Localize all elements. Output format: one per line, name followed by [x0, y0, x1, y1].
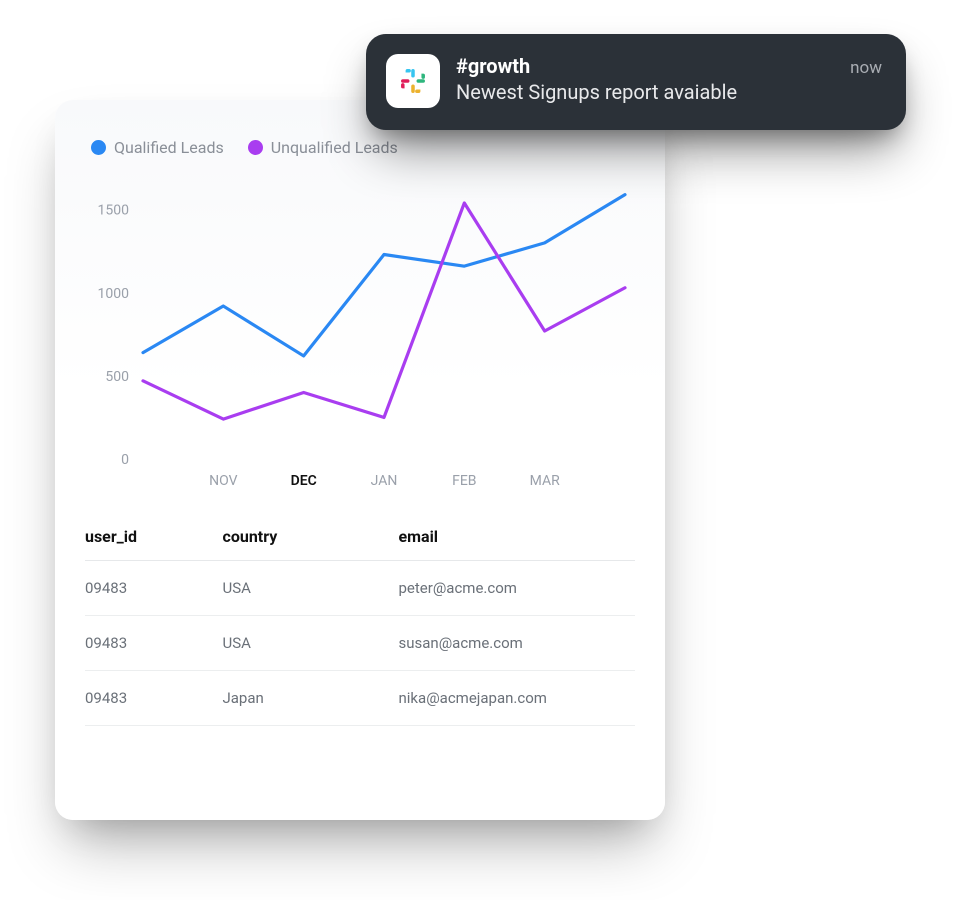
leads-chart: 0 500 1000 1500 NOV DEC JAN FEB MAR	[85, 183, 635, 493]
signups-table: user_id country email 09483USApeter@acme…	[85, 513, 635, 726]
cell-country: Japan	[223, 671, 399, 726]
cell-user_id: 09483	[85, 561, 223, 616]
series-line	[143, 195, 625, 356]
legend-item-qualified: Qualified Leads	[91, 138, 224, 157]
x-axis: NOV DEC JAN FEB MAR	[209, 473, 560, 489]
y-tick-label: 500	[105, 369, 129, 385]
table-row: 09483USApeter@acme.com	[85, 561, 635, 616]
slack-icon	[386, 54, 440, 108]
y-tick-label: 0	[121, 452, 129, 468]
chart-series	[143, 195, 625, 419]
table-row: 09483USAsusan@acme.com	[85, 616, 635, 671]
x-tick-label: JAN	[371, 473, 398, 489]
cell-user_id: 09483	[85, 671, 223, 726]
cell-email: peter@acme.com	[399, 561, 636, 616]
notification-body: #growth now Newest Signups report avaiab…	[456, 54, 882, 108]
cell-country: USA	[223, 616, 399, 671]
legend-dot-unqualified	[248, 140, 263, 155]
legend-label-qualified: Qualified Leads	[114, 138, 224, 157]
y-tick-label: 1000	[98, 286, 130, 302]
notification-time: now	[850, 58, 882, 78]
x-tick-label: DEC	[291, 473, 317, 489]
cell-email: nika@acmejapan.com	[399, 671, 636, 726]
legend-label-unqualified: Unqualified Leads	[271, 138, 398, 157]
x-tick-label: NOV	[209, 473, 237, 489]
notification-message: Newest Signups report avaiable	[456, 80, 882, 104]
table-header-row: user_id country email	[85, 513, 635, 561]
cell-user_id: 09483	[85, 616, 223, 671]
chart-svg: 0 500 1000 1500 NOV DEC JAN FEB MAR	[85, 183, 635, 493]
slack-notification[interactable]: #growth now Newest Signups report avaiab…	[366, 34, 906, 130]
slack-icon-svg	[394, 62, 432, 100]
col-header-user-id: user_id	[85, 513, 223, 561]
y-tick-label: 1500	[98, 203, 130, 219]
chart-legend: Qualified Leads Unqualified Leads	[85, 138, 635, 157]
y-axis: 0 500 1000 1500	[98, 203, 130, 468]
col-header-country: country	[223, 513, 399, 561]
table-body: 09483USApeter@acme.com09483USAsusan@acme…	[85, 561, 635, 726]
col-header-email: email	[399, 513, 636, 561]
legend-dot-qualified	[91, 140, 106, 155]
cell-country: USA	[223, 561, 399, 616]
notification-title: #growth	[456, 54, 530, 78]
legend-item-unqualified: Unqualified Leads	[248, 138, 398, 157]
report-card: Qualified Leads Unqualified Leads 0 500 10…	[55, 100, 665, 820]
x-tick-label: MAR	[530, 473, 560, 489]
cell-email: susan@acme.com	[399, 616, 636, 671]
table-row: 09483Japannika@acmejapan.com	[85, 671, 635, 726]
notification-header: #growth now	[456, 54, 882, 78]
x-tick-label: FEB	[452, 473, 476, 489]
